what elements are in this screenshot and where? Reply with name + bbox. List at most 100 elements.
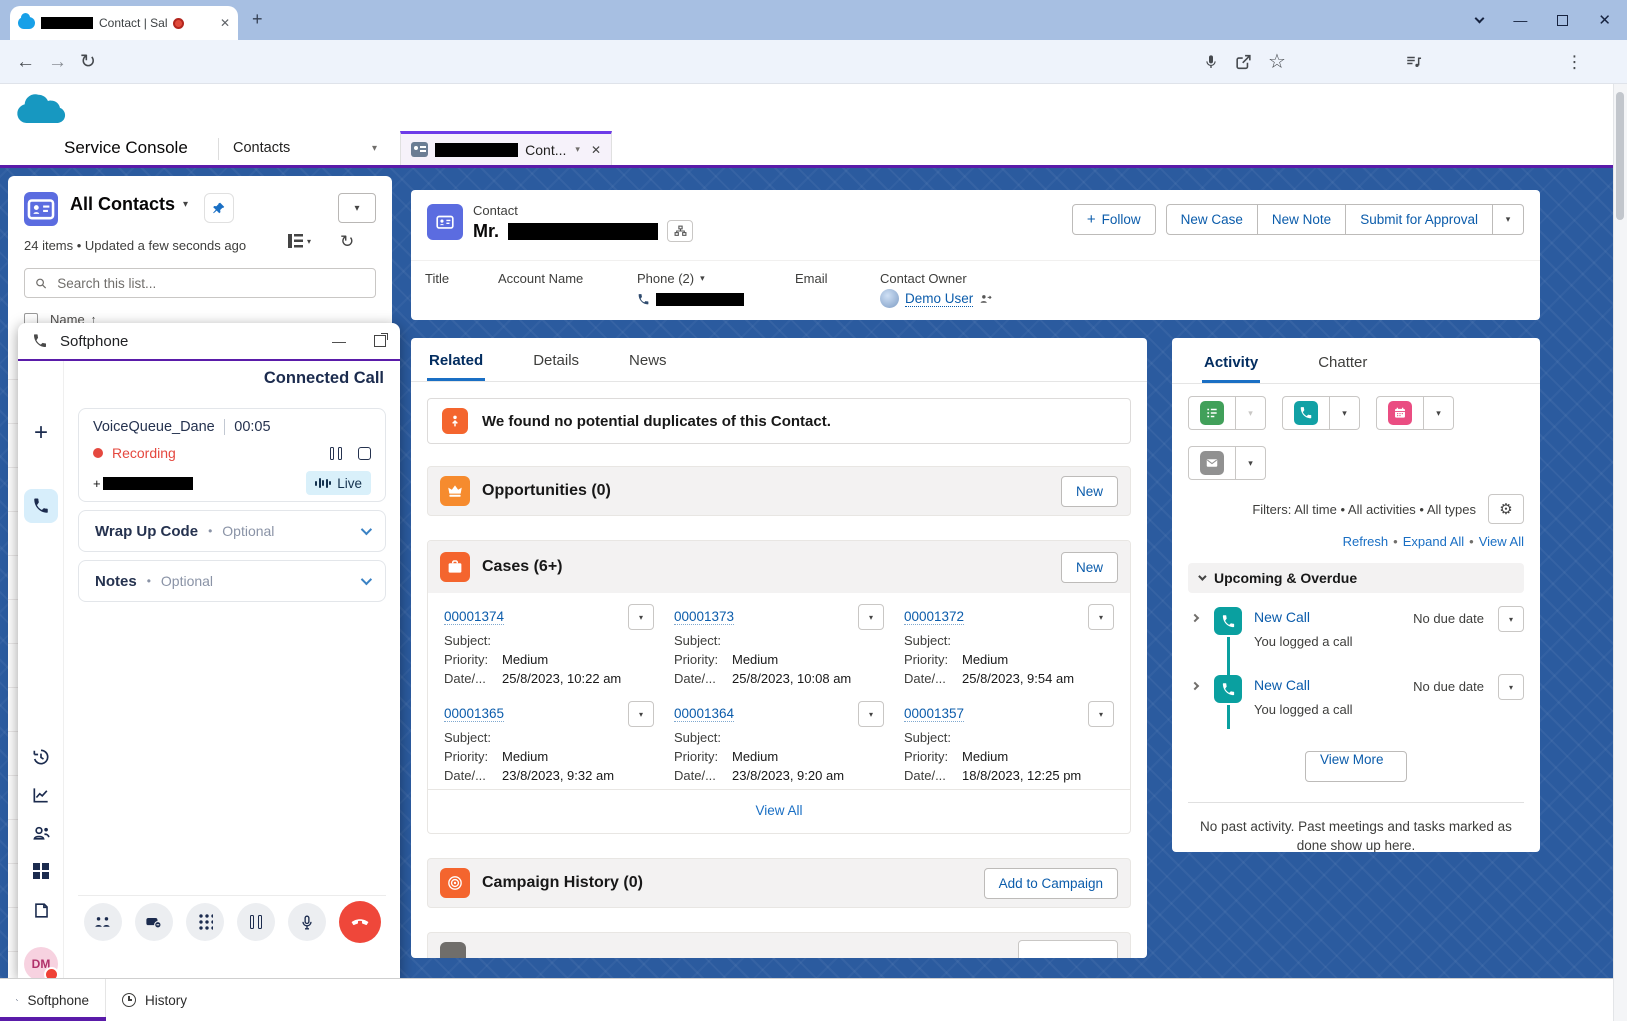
new-note-button[interactable]: New Note	[1257, 204, 1346, 235]
list-search-input[interactable]	[55, 275, 365, 292]
campaign-history-title[interactable]: Campaign History (0)	[482, 874, 643, 892]
display-as-button[interactable]: ▾	[288, 234, 311, 248]
softphone-popout-icon[interactable]	[374, 335, 386, 347]
activity-settings-gear-icon[interactable]: ⚙	[1488, 494, 1524, 524]
expand-item-chevron-icon[interactable]	[1191, 614, 1199, 622]
browser-menu-kebab-icon[interactable]: ⋮	[1566, 53, 1583, 70]
apps-grid-icon[interactable]	[18, 863, 64, 879]
nav-tab-contact-record[interactable]: Cont... ▾ ✕	[400, 131, 612, 165]
add-to-campaign-button[interactable]: Add to Campaign	[984, 868, 1118, 899]
hold-button[interactable]	[237, 903, 275, 941]
window-minimize-button[interactable]: —	[1513, 12, 1527, 28]
timeline-item-actions-button[interactable]: ▾	[1498, 606, 1524, 632]
share-icon[interactable]	[1234, 52, 1253, 71]
timeline-item-title[interactable]: New Call	[1254, 609, 1310, 625]
case-link[interactable]: 00001373	[674, 609, 734, 625]
change-owner-icon[interactable]	[979, 293, 992, 305]
submit-for-approval-button[interactable]: Submit for Approval	[1345, 204, 1493, 235]
more-actions-chevron-button[interactable]: ▾	[1492, 204, 1524, 235]
utility-tab-history[interactable]: History	[106, 979, 203, 1021]
agent-avatar[interactable]: DM	[24, 947, 58, 981]
tab-news[interactable]: News	[627, 352, 669, 381]
list-view-chevron-icon[interactable]: ▾	[183, 199, 188, 210]
softphone-minimize-icon[interactable]: —	[332, 333, 346, 349]
case-link[interactable]: 00001374	[444, 609, 504, 625]
reading-list-icon[interactable]	[1404, 53, 1424, 71]
wrapup-expand-chevron-icon[interactable]	[361, 524, 372, 535]
bookmark-star-icon[interactable]: ☆	[1268, 52, 1286, 72]
window-maximize-button[interactable]	[1557, 15, 1568, 26]
timeline-item-actions-button[interactable]: ▾	[1498, 674, 1524, 700]
microphone-icon[interactable]	[1203, 52, 1219, 72]
view-all-link[interactable]: View All	[1479, 534, 1524, 549]
nav-tab-contacts[interactable]: Contacts	[233, 131, 290, 165]
back-button[interactable]: ←	[16, 52, 35, 71]
list-view-title[interactable]: All Contacts ▾	[70, 194, 188, 215]
new-tab-button[interactable]: +	[252, 9, 263, 30]
mute-mic-button[interactable]	[288, 903, 326, 941]
task-chevron-button[interactable]: ▾	[1236, 396, 1266, 430]
case-actions-chevron-button[interactable]: ▾	[628, 604, 654, 630]
new-call-plus-icon[interactable]: +	[18, 419, 64, 447]
end-call-button[interactable]	[339, 901, 381, 943]
opportunities-title[interactable]: Opportunities (0)	[482, 482, 611, 500]
log-call-chevron-button[interactable]: ▾	[1330, 396, 1360, 430]
email-chevron-button[interactable]: ▾	[1236, 446, 1266, 480]
dialpad-button[interactable]	[186, 903, 224, 941]
tab-close-icon[interactable]: ✕	[220, 16, 230, 30]
new-case-related-button[interactable]: New	[1061, 552, 1118, 583]
view-more-button[interactable]: View More	[1305, 751, 1407, 782]
live-transcription-chip[interactable]: Live	[306, 471, 371, 495]
call-history-icon[interactable]	[18, 747, 64, 767]
pin-list-button[interactable]	[204, 193, 234, 223]
view-hierarchy-button[interactable]	[667, 220, 693, 242]
utility-tab-softphone[interactable]: Softphone	[0, 979, 106, 1021]
tab-details[interactable]: Details	[531, 352, 581, 381]
case-actions-chevron-button[interactable]: ▾	[628, 701, 654, 727]
case-actions-chevron-button[interactable]: ▾	[1088, 701, 1114, 727]
notes-icon[interactable]	[18, 901, 64, 920]
tab-related[interactable]: Related	[427, 352, 485, 381]
case-link[interactable]: 00001364	[674, 706, 734, 722]
upcoming-overdue-section[interactable]: Upcoming & Overdue	[1188, 563, 1524, 593]
conference-button[interactable]	[84, 903, 122, 941]
expand-item-chevron-icon[interactable]	[1191, 682, 1199, 690]
new-task-button[interactable]	[1188, 396, 1236, 430]
tab-activity[interactable]: Activity	[1202, 354, 1260, 383]
related-section-button[interactable]	[1018, 940, 1118, 959]
phone-dropdown-chevron-icon[interactable]: ▾	[700, 273, 705, 284]
timeline-item-title[interactable]: New Call	[1254, 677, 1310, 693]
follow-button[interactable]: + Follow	[1072, 204, 1156, 235]
case-link[interactable]: 00001357	[904, 706, 964, 722]
new-opportunity-button[interactable]: New	[1061, 476, 1118, 507]
cases-view-all-link[interactable]: View All	[755, 803, 802, 818]
contacts-directory-icon[interactable]	[18, 823, 64, 843]
refresh-list-icon[interactable]: ↻	[340, 232, 354, 252]
notes-expand-chevron-icon[interactable]	[361, 574, 372, 585]
log-a-call-button[interactable]	[1282, 396, 1330, 430]
case-link[interactable]: 00001372	[904, 609, 964, 625]
reload-button[interactable]: ↻	[80, 52, 96, 71]
stats-chart-icon[interactable]	[18, 785, 64, 805]
case-actions-chevron-button[interactable]: ▾	[1088, 604, 1114, 630]
new-case-button[interactable]: New Case	[1166, 204, 1258, 235]
case-actions-chevron-button[interactable]: ▾	[858, 701, 884, 727]
page-scrollbar-thumb[interactable]	[1616, 92, 1624, 220]
email-button[interactable]	[1188, 446, 1236, 480]
browser-tab[interactable]: Contact | Sal ✕	[10, 6, 238, 40]
expand-all-link[interactable]: Expand All	[1403, 534, 1464, 549]
forward-button[interactable]: →	[48, 52, 67, 71]
list-search-box[interactable]	[24, 268, 376, 298]
owner-link[interactable]: Demo User	[905, 291, 973, 307]
new-event-button[interactable]	[1376, 396, 1424, 430]
tab-chatter[interactable]: Chatter	[1316, 354, 1369, 383]
case-link[interactable]: 00001365	[444, 706, 504, 722]
page-scrollbar-track[interactable]	[1613, 84, 1627, 1021]
wrapup-code-section[interactable]: Wrap Up Code • Optional	[78, 510, 386, 552]
nav-contacts-chevron-icon[interactable]: ▾	[372, 131, 377, 165]
window-close-button[interactable]: ✕	[1598, 11, 1611, 29]
tab-search-chevron-icon[interactable]	[1475, 14, 1485, 24]
pause-recording-icon[interactable]	[330, 447, 342, 460]
refresh-link[interactable]: Refresh	[1343, 534, 1389, 549]
event-chevron-button[interactable]: ▾	[1424, 396, 1454, 430]
